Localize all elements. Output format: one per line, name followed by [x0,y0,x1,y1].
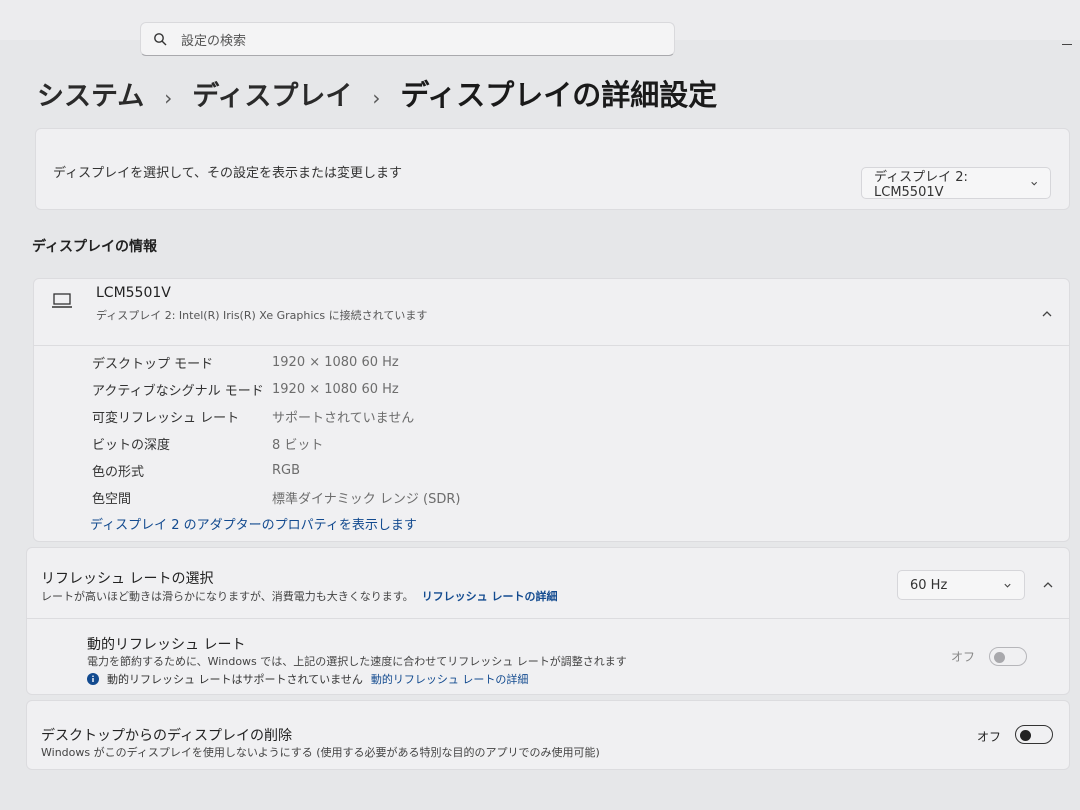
spec-value: 標準ダイナミック レンジ (SDR) [272,492,461,507]
breadcrumb-system[interactable]: システム [37,74,144,113]
spec-label: 可変リフレッシュ レート [92,411,240,426]
breadcrumb-chevron-icon: › [372,86,381,110]
toggle-knob [1020,730,1031,741]
remove-display-card: デスクトップからのディスプレイの削除 Windows がこのディスプレイを使用し… [26,700,1070,770]
search-icon [154,33,167,46]
display-select-description: ディスプレイを選択して、その設定を表示または変更します [53,166,403,181]
spec-row: アクティブなシグナル モード 1920 × 1080 60 Hz [92,376,460,403]
dynamic-refresh-note-text: 動的リフレッシュ レートはサポートされていません [107,673,363,686]
display-specs: デスクトップ モード 1920 × 1080 60 Hz アクティブなシグナル … [92,349,460,511]
display-info-heading: ディスプレイの情報 [32,239,158,255]
remove-display-title: デスクトップからのディスプレイの削除 [41,728,293,744]
breadcrumb: システム › ディスプレイ › ディスプレイの詳細設定 [37,72,717,114]
remove-display-toggle-label: オフ [976,730,1001,744]
spec-value: 1920 × 1080 60 Hz [272,355,399,370]
chevron-down-icon [1030,181,1037,185]
chevron-up-icon[interactable] [1041,309,1053,319]
toggle-knob [994,652,1005,663]
divider [27,618,1069,619]
minimize-icon[interactable] [1062,44,1072,45]
display-info-card: LCM5501V ディスプレイ 2: Intel(R) Iris(R) Xe G… [33,278,1070,542]
dynamic-refresh-details-link[interactable]: 動的リフレッシュ レートの詳細 [371,671,529,687]
breadcrumb-chevron-icon: › [164,86,173,110]
remove-display-subtitle: Windows がこのディスプレイを使用しないようにする (使用する必要がある特… [41,746,600,759]
dynamic-refresh-note: 動的リフレッシュ レートはサポートされていません 動的リフレッシュ レートの詳細 [87,671,528,687]
breadcrumb-display[interactable]: ディスプレイ [192,74,352,113]
dynamic-refresh-subtitle: 電力を節約するために、Windows では、上記の選択した速度に合わせてリフレッ… [87,655,627,668]
spec-value: RGB [272,463,301,478]
display-select-card: ディスプレイを選択して、その設定を表示または変更します ディスプレイ 2: LC… [35,128,1070,210]
search-placeholder: 設定の検索 [181,33,247,49]
spec-row: 可変リフレッシュ レート サポートされていません [92,403,460,430]
info-icon [87,673,99,685]
refresh-rate-subtitle-text: レートが高いほど動きは滑らかになりますが、消費電力も大きくなります。 [41,590,414,603]
monitor-name: LCM5501V [96,285,171,301]
refresh-rate-title: リフレッシュ レートの選択 [41,571,214,587]
dynamic-refresh-toggle-label: オフ [950,650,975,664]
refresh-rate-subtitle: レートが高いほど動きは滑らかになりますが、消費電力も大きくなります。 リフレッシュ… [41,588,558,604]
spec-label: 色の形式 [92,465,145,480]
spec-label: アクティブなシグナル モード [92,384,264,399]
dynamic-refresh-toggle[interactable] [989,647,1027,666]
spec-label: デスクトップ モード [92,357,214,372]
monitor-connection: ディスプレイ 2: Intel(R) Iris(R) Xe Graphics に… [96,309,428,322]
spec-label: 色空間 [92,492,132,507]
spec-value: 1920 × 1080 60 Hz [272,382,399,397]
refresh-rate-value: 60 Hz [910,577,948,593]
spec-row: 色空間 標準ダイナミック レンジ (SDR) [92,484,460,511]
display-select-dropdown[interactable]: ディスプレイ 2: LCM5501V [861,167,1051,200]
spec-row: デスクトップ モード 1920 × 1080 60 Hz [92,349,460,376]
chevron-up-icon[interactable] [1042,580,1054,590]
refresh-rate-card: リフレッシュ レートの選択 レートが高いほど動きは滑らかになりますが、消費電力も… [26,547,1070,695]
refresh-rate-dropdown[interactable]: 60 Hz [897,570,1025,600]
divider [34,345,1069,346]
adapter-properties-link[interactable]: ディスプレイ 2 のアダプターのプロパティを表示します [90,514,417,533]
remove-display-toggle[interactable] [1015,725,1053,744]
spec-row: 色の形式 RGB [92,457,460,484]
display-select-value: ディスプレイ 2: LCM5501V [874,170,968,200]
monitor-icon [52,293,72,308]
search-box[interactable]: 設定の検索 [140,22,675,56]
spec-row: ビットの深度 8 ビット [92,430,460,457]
spec-value: サポートされていません [272,411,415,426]
chevron-down-icon [1004,583,1011,588]
page-title: ディスプレイの詳細設定 [400,78,718,112]
spec-label: ビットの深度 [92,438,171,453]
refresh-rate-details-link[interactable]: リフレッシュ レートの詳細 [422,590,558,603]
spec-value: 8 ビット [272,438,324,453]
dynamic-refresh-title: 動的リフレッシュ レート [87,637,246,653]
